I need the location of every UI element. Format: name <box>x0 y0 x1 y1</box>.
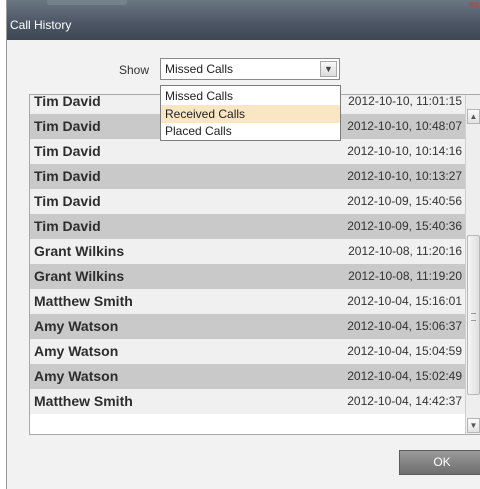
call-timestamp: 2012-10-04, 15:02:49 <box>347 369 462 383</box>
call-list: Tim David 2012-10-10, 11:01:15 Tim David 20… <box>29 94 480 435</box>
call-type-dropdown-menu: Missed Calls Received Calls Placed Calls <box>160 85 341 141</box>
call-type-select[interactable]: Missed Calls ▼ <box>160 58 340 80</box>
caller-name: Tim David <box>34 94 101 109</box>
ok-button[interactable]: OK <box>399 450 480 475</box>
caller-name: Tim David <box>34 218 101 234</box>
option-received-calls[interactable]: Received Calls <box>161 105 340 123</box>
call-timestamp: 2012-10-08, 11:19:20 <box>348 269 462 283</box>
table-row[interactable]: Tim David 2012-10-10, 10:14:16 <box>30 139 465 164</box>
table-row[interactable]: Grant Wilkins 2012-10-08, 11:20:16 <box>30 239 465 264</box>
caller-name: Amy Watson <box>34 343 119 359</box>
grip-icon <box>471 313 476 321</box>
option-placed-calls[interactable]: Placed Calls <box>161 122 340 140</box>
call-timestamp: 2012-10-10, 10:13:27 <box>347 169 462 183</box>
call-timestamp: 2012-10-09, 15:40:36 <box>347 219 462 233</box>
list-scrollbar[interactable]: ▲ ▼ <box>465 95 480 434</box>
caller-name: Grant Wilkins <box>34 243 125 259</box>
table-row[interactable]: Tim David 2012-10-09, 15:40:36 <box>30 214 465 239</box>
table-row[interactable]: Amy Watson 2012-10-04, 15:04:59 <box>30 339 465 364</box>
show-label: Show <box>119 63 150 77</box>
scroll-thumb[interactable] <box>467 235 480 395</box>
table-row[interactable]: Matthew Smith 2012-10-04, 14:42:37 <box>30 389 465 414</box>
dialog-title: Call History <box>10 18 72 32</box>
caller-name: Tim David <box>34 168 101 184</box>
call-timestamp: 2012-10-10, 10:14:16 <box>347 144 462 158</box>
table-row[interactable]: Grant Wilkins 2012-10-08, 11:19:20 <box>30 264 465 289</box>
caller-name: Amy Watson <box>34 368 119 384</box>
title-bar[interactable]: Call History <box>7 0 480 40</box>
caller-name: Amy Watson <box>34 318 119 334</box>
caller-name: Tim David <box>34 118 101 134</box>
caller-name: Tim David <box>34 193 101 209</box>
caller-name: Tim David <box>34 143 101 159</box>
chevron-down-icon[interactable]: ▼ <box>320 61 337 77</box>
call-timestamp: 2012-10-04, 14:42:37 <box>347 394 462 408</box>
table-row[interactable]: Matthew Smith 2012-10-04, 15:16:01 <box>30 289 465 314</box>
call-timestamp: 2012-10-09, 15:40:56 <box>347 194 462 208</box>
table-row[interactable]: Amy Watson 2012-10-04, 15:06:37 <box>30 314 465 339</box>
close-icon[interactable] <box>469 2 479 7</box>
call-timestamp: 2012-10-04, 15:06:37 <box>347 319 462 333</box>
call-timestamp: 2012-10-10, 11:01:15 <box>348 94 462 108</box>
call-timestamp: 2012-10-08, 11:20:16 <box>348 244 462 258</box>
caller-name: Matthew Smith <box>34 293 133 309</box>
caller-name: Grant Wilkins <box>34 268 125 284</box>
background-window-title <box>47 0 127 5</box>
scroll-down-icon[interactable]: ▼ <box>467 418 480 433</box>
call-timestamp: 2012-10-04, 15:16:01 <box>347 294 462 308</box>
option-missed-calls[interactable]: Missed Calls <box>161 87 340 105</box>
scroll-up-icon[interactable]: ▲ <box>467 109 480 124</box>
call-timestamp: 2012-10-10, 10:48:07 <box>347 119 462 133</box>
table-row[interactable]: Tim David 2012-10-10, 10:13:27 <box>30 164 465 189</box>
table-row[interactable]: Amy Watson 2012-10-04, 15:02:49 <box>30 364 465 389</box>
table-row[interactable]: Tim David 2012-10-09, 15:40:56 <box>30 189 465 214</box>
caller-name: Matthew Smith <box>34 393 133 409</box>
call-timestamp: 2012-10-04, 15:04:59 <box>347 344 462 358</box>
call-history-dialog: Call History Show Missed Calls ▼ Tim Dav… <box>6 0 480 489</box>
call-type-selected-value: Missed Calls <box>165 62 234 76</box>
